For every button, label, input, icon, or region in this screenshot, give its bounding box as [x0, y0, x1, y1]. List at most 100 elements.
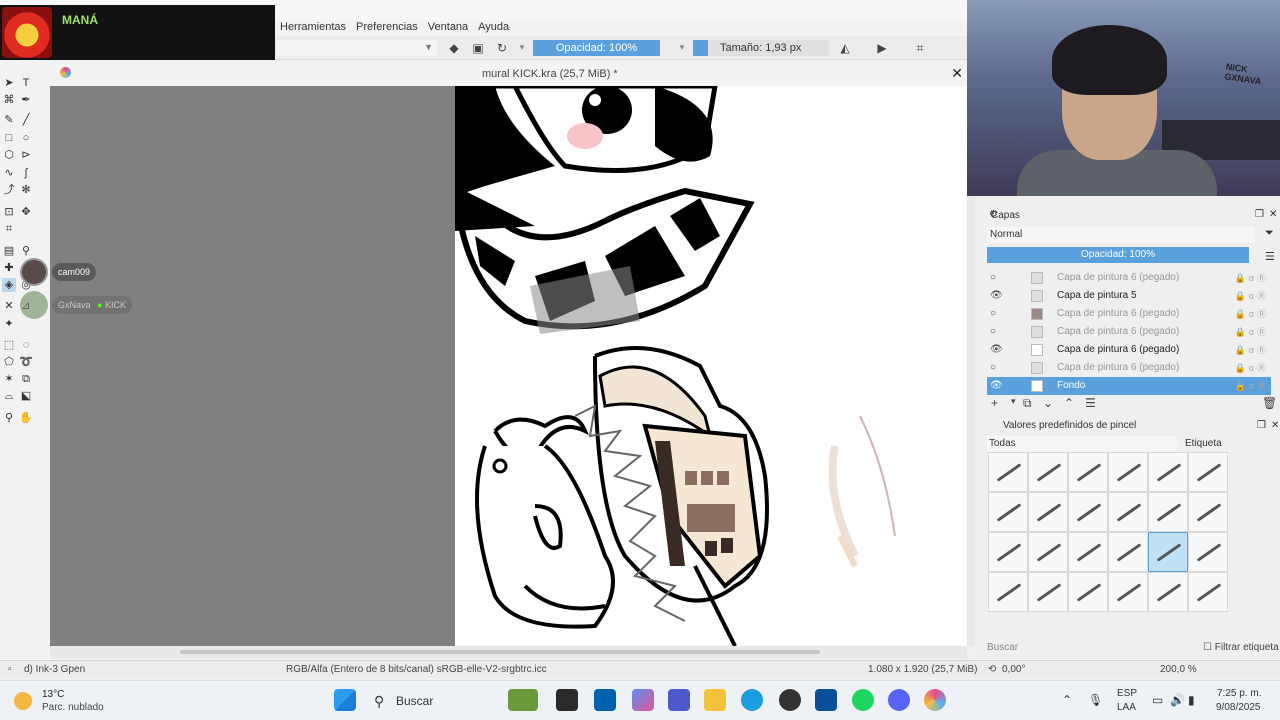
brush-preset[interactable]	[1108, 572, 1148, 612]
add-layer-icon[interactable]: +	[991, 396, 998, 410]
freehand-select-icon[interactable]: ➰	[19, 355, 33, 369]
brush-preset-selected[interactable]	[1148, 532, 1188, 572]
brush-preset[interactable]	[1148, 572, 1188, 612]
layer-name[interactable]: Capa de pintura 6 (pegado)	[1057, 269, 1179, 287]
magic-wand-icon[interactable]: ✶	[2, 372, 16, 386]
layer-flags-icon[interactable]: 🔒αⓇ	[1235, 287, 1269, 305]
document-title[interactable]: mural KICK.kra (25,7 MiB) *	[482, 68, 618, 80]
similar-select-icon[interactable]: ⧉	[19, 372, 33, 386]
spotify-icon[interactable]	[852, 689, 874, 711]
layer-name[interactable]: Capa de pintura 6 (pegado)	[1057, 305, 1179, 323]
brush-preset[interactable]	[1108, 492, 1148, 532]
visibility-hidden-icon[interactable]: ○	[990, 323, 1004, 341]
brush-preset[interactable]	[1188, 452, 1228, 492]
brush-preset[interactable]	[1148, 452, 1188, 492]
chrome-icon[interactable]	[779, 689, 801, 711]
keyboard-region[interactable]: LAA	[1117, 702, 1136, 713]
brush-icon[interactable]: ✎	[2, 113, 16, 127]
menu-herramientas[interactable]: Herramientas	[275, 20, 351, 36]
layer-name[interactable]: Capa de pintura 6 (pegado)	[1057, 341, 1179, 359]
menu-preferencias[interactable]: Preferencias	[351, 20, 423, 36]
discord-icon[interactable]	[888, 689, 910, 711]
crop-icon[interactable]: ⌗	[913, 41, 927, 55]
layer-name[interactable]: Capa de pintura 6 (pegado)	[1057, 359, 1179, 377]
move-icon[interactable]: ✥	[19, 205, 33, 219]
brush-preset[interactable]	[1028, 532, 1068, 572]
assistant-icon[interactable]: ✕	[2, 299, 16, 313]
brush-preset[interactable]	[1028, 492, 1068, 532]
brush-preset[interactable]	[988, 572, 1028, 612]
eraser-icon[interactable]: ◆	[447, 41, 461, 55]
brush-preset[interactable]	[1108, 532, 1148, 572]
clock-time[interactable]: 7:25 p. m.	[1217, 688, 1261, 699]
mirror-vertical-icon[interactable]: ▶	[875, 41, 889, 55]
menu-ayuda[interactable]: Ayuda	[473, 20, 514, 36]
brush-preset[interactable]	[1108, 452, 1148, 492]
brush-search-input[interactable]: Buscar	[987, 642, 1018, 653]
layer-name[interactable]: Capa de pintura 5	[1057, 287, 1137, 305]
magnetic-select-icon[interactable]: ⬕	[19, 389, 33, 403]
opacity-slider[interactable]: Opacidad: 100%	[533, 40, 660, 56]
calligraphy-icon[interactable]: ✒	[19, 93, 33, 107]
brush-preset[interactable]	[1028, 572, 1068, 612]
move-down-icon[interactable]: ⌄	[1043, 396, 1053, 410]
visibility-hidden-icon[interactable]: ○	[990, 305, 1004, 323]
teams-icon[interactable]	[668, 689, 690, 711]
windows-start-icon[interactable]	[334, 689, 356, 711]
close-icon[interactable]: ✕	[1269, 209, 1277, 220]
delete-layer-icon[interactable]: 🗑	[1262, 396, 1277, 410]
visibility-hidden-icon[interactable]: ○	[990, 359, 1004, 377]
microphone-icon[interactable]: 🎙	[1088, 693, 1103, 707]
visibility-hidden-icon[interactable]: ○	[990, 269, 1004, 287]
brush-preset[interactable]	[1068, 572, 1108, 612]
visibility-icon[interactable]: 👁	[990, 341, 1004, 359]
polygon-icon[interactable]: ⬡	[2, 148, 16, 162]
filter-tag-checkbox[interactable]: ☐ Filtrar etiqueta	[1203, 642, 1279, 653]
layer-row[interactable]: ○ Capa de pintura 6 (pegado) 🔒αⓇ	[987, 269, 1271, 287]
layer-row[interactable]: ○ Capa de pintura 6 (pegado) 🔒αⓇ	[987, 305, 1271, 323]
crop-tool-icon[interactable]: ⌗	[2, 222, 16, 236]
layer-flags-icon[interactable]: 🔒αⓇ	[1235, 341, 1269, 359]
brush-combo[interactable]: ▼	[277, 40, 437, 56]
visibility-icon[interactable]: 👁	[990, 287, 1004, 305]
polygon-select-icon[interactable]: ⬠	[2, 355, 16, 369]
preserve-alpha-icon[interactable]: ▣	[471, 41, 485, 55]
zoom-value[interactable]: 200,0 %	[1160, 664, 1197, 675]
brush-preset[interactable]	[1188, 572, 1228, 612]
layer-row[interactable]: 👁 Capa de pintura 5 🔒αⓇ	[987, 287, 1271, 305]
keyboard-lang[interactable]: ESP	[1117, 688, 1137, 699]
menu-icon[interactable]: ☰	[1265, 250, 1275, 263]
multibrush-icon[interactable]: ✻	[19, 183, 33, 197]
rect-select-icon[interactable]: ⬚	[2, 338, 16, 352]
brush-preset[interactable]	[1028, 452, 1068, 492]
brush-preset[interactable]	[1148, 492, 1188, 532]
gradient-icon[interactable]: ▤	[2, 244, 16, 258]
copilot-icon[interactable]	[632, 689, 654, 711]
bezier-icon[interactable]: ∿	[2, 166, 16, 180]
float-icon[interactable]: ❐	[1257, 420, 1266, 431]
layer-flags-icon[interactable]: 🔒αⓇ	[1235, 323, 1269, 341]
freehand-path-icon[interactable]: ʃ	[19, 166, 33, 180]
edit-shapes-icon[interactable]: ⌘	[2, 93, 16, 107]
task-view-icon[interactable]	[556, 689, 578, 711]
current-brush[interactable]: d) Ink-3 Gpen	[24, 664, 85, 675]
taskbar-search[interactable]: ⚲ Buscar	[366, 687, 496, 715]
vscode-icon[interactable]	[815, 689, 837, 711]
layer-flags-icon[interactable]: 🔒αⓇ	[1235, 269, 1269, 287]
layer-flags-icon[interactable]: 🔒αⓇ	[1235, 377, 1269, 395]
battery-icon[interactable]: ▮	[1188, 693, 1195, 707]
brush-preset[interactable]	[988, 532, 1028, 572]
select-icon[interactable]: ➤	[2, 76, 16, 90]
line-icon[interactable]: ╱	[19, 113, 33, 127]
visibility-icon[interactable]: 👁	[990, 377, 1004, 395]
close-icon[interactable]: ✕	[1271, 420, 1279, 431]
chevron-down-icon[interactable]: ▾	[1011, 396, 1016, 407]
chevron-down-icon[interactable]: ▼	[675, 41, 689, 55]
layer-row[interactable]: 👁 Capa de pintura 6 (pegado) 🔒αⓇ	[987, 341, 1271, 359]
edge-icon[interactable]	[741, 689, 763, 711]
scroll-thumb[interactable]	[180, 650, 820, 654]
fill-icon[interactable]: ◈	[2, 278, 16, 292]
size-slider[interactable]: Tamaño: 1,93 px	[693, 40, 829, 56]
brush-preset[interactable]	[1188, 532, 1228, 572]
file-explorer-icon[interactable]	[704, 689, 726, 711]
